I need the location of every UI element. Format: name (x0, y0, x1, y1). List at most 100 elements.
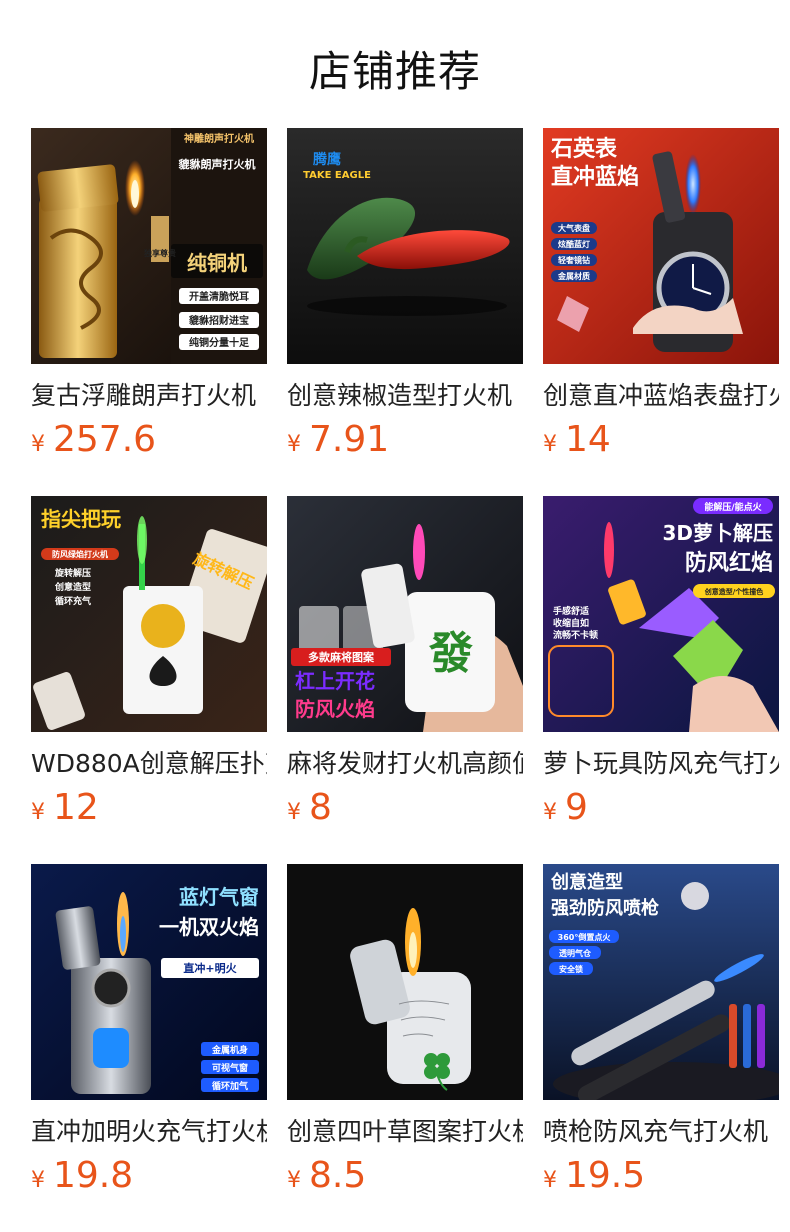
overlay-text: 3D萝卜解压 (662, 521, 773, 545)
currency-symbol: ¥ (287, 1168, 301, 1193)
currency-symbol: ¥ (31, 432, 45, 457)
overlay-text: 神雕朗声打火机 (184, 132, 254, 145)
price-value: 8.5 (309, 1155, 367, 1196)
product-price: ¥19.5 (543, 1154, 645, 1198)
overlay-text: 炫酷蓝灯 (558, 239, 590, 249)
radish-toy-lighter-icon: 能解压/能点火 3D萝卜解压 防风红焰 创意造型/个性撞色 手感舒适 收缩自如 … (543, 496, 779, 732)
overlay-text: 直冲+明火 (183, 961, 237, 975)
mahjong-lighter-icon: 多款麻将图案 杠上开花 防风火焰 發 (287, 496, 523, 732)
product-name[interactable]: 麻将发财打火机高颜值 (287, 746, 523, 782)
product-image[interactable]: 神雕朗声打火机 貔貅朗声打火机 纯铜机 独享尊贵 开盖清脆悦耳 貔貅招财进宝 纯… (31, 128, 267, 364)
currency-symbol: ¥ (31, 1168, 45, 1193)
product-price: ¥14 (543, 418, 611, 462)
overlay-text: 一机双火焰 (159, 915, 259, 939)
overlay-text: 直冲蓝焰 (551, 164, 639, 190)
product-image[interactable]: 能解压/能点火 3D萝卜解压 防风红焰 创意造型/个性撞色 手感舒适 收缩自如 … (543, 496, 779, 732)
overlay-text: 指尖把玩 (41, 507, 121, 531)
overlay-text: 流畅不卡顿 (553, 629, 598, 641)
product-name[interactable]: 直冲加明火充气打火机 (31, 1114, 267, 1150)
product-price: ¥8 (287, 786, 332, 830)
page-title: 店铺推荐 (308, 47, 481, 96)
overlay-text: 独享尊贵 (143, 248, 176, 258)
overlay-text: 透明气仓 (559, 948, 592, 958)
overlay-text: 貔貅朗声打火机 (179, 157, 256, 171)
overlay-text: 石英表 (550, 137, 618, 162)
product-price: ¥7.91 (287, 418, 389, 462)
product-card[interactable]: 指尖把玩 防风绿焰打火机 旋转解压 创意造型 循环充气 旋转解压 WD880A创… (31, 496, 267, 836)
overlay-text: 收缩自如 (553, 617, 589, 629)
overlay-text: 貔貅招财进宝 (188, 314, 249, 327)
overlay-text: 轻奢镜钻 (558, 255, 590, 265)
gold-embossed-lighter-icon: 神雕朗声打火机 貔貅朗声打火机 纯铜机 独享尊贵 开盖清脆悦耳 貔貅招财进宝 纯… (31, 128, 267, 364)
product-image[interactable]: 腾鹰 TAKE EAGLE (287, 128, 523, 364)
product-image[interactable]: 蓝灯气窗 一机双火焰 直冲+明火 金属机身 可视气窗 循环加气 (31, 864, 267, 1100)
overlay-text: 旋转解压 (54, 567, 91, 579)
price-value: 19.5 (565, 1155, 646, 1196)
poker-card-lighter-icon: 指尖把玩 防风绿焰打火机 旋转解压 创意造型 循环充气 旋转解压 (31, 496, 267, 732)
product-card[interactable]: 腾鹰 TAKE EAGLE 创意辣椒造型打火机 ¥7.91 (287, 128, 523, 468)
chili-pepper-lighter-icon: 腾鹰 TAKE EAGLE (287, 128, 523, 364)
overlay-text: 手感舒适 (553, 605, 589, 617)
overlay-text: 创意造型 (54, 581, 91, 593)
product-name[interactable]: 萝卜玩具防风充气打火机 (543, 746, 779, 782)
product-card[interactable]: 神雕朗声打火机 貔貅朗声打火机 纯铜机 独享尊贵 开盖清脆悦耳 貔貅招财进宝 纯… (31, 128, 267, 468)
product-price: ¥19.8 (31, 1154, 133, 1198)
price-value: 8 (309, 787, 332, 828)
overlay-text: 防风火焰 (295, 697, 375, 721)
product-name[interactable]: 喷枪防风充气打火机 (543, 1114, 779, 1150)
currency-symbol: ¥ (287, 800, 301, 825)
dual-flame-lighter-icon: 蓝灯气窗 一机双火焰 直冲+明火 金属机身 可视气窗 循环加气 (31, 864, 267, 1100)
overlay-text: 金属机身 (211, 1044, 248, 1056)
currency-symbol: ¥ (31, 800, 45, 825)
currency-symbol: ¥ (543, 800, 557, 825)
product-image[interactable]: 石英表 直冲蓝焰 大气表盘 炫酷蓝灯 轻奢镜钻 金属材质 (543, 128, 779, 364)
product-card[interactable]: 多款麻将图案 杠上开花 防风火焰 發 麻将发财打火机高颜值 ¥8 (287, 496, 523, 836)
overlay-text: 防风红焰 (685, 550, 773, 576)
currency-symbol: ¥ (543, 432, 557, 457)
overlay-text: 可视气窗 (212, 1062, 248, 1074)
overlay-text: 金属材质 (557, 271, 590, 281)
overlay-text: 循环加气 (212, 1080, 248, 1092)
product-price: ¥9 (543, 786, 588, 830)
watch-dial-lighter-icon: 石英表 直冲蓝焰 大气表盘 炫酷蓝灯 轻奢镜钻 金属材质 (543, 128, 779, 364)
product-image[interactable]: 指尖把玩 防风绿焰打火机 旋转解压 创意造型 循环充气 旋转解压 (31, 496, 267, 732)
product-name[interactable]: WD880A创意解压扑克打火机 (31, 746, 267, 782)
overlay-text: 杠上开花 (295, 669, 375, 693)
overlay-text: 循环充气 (55, 595, 91, 607)
price-value: 7.91 (309, 419, 390, 460)
overlay-text: 安全锁 (559, 964, 583, 974)
product-card[interactable]: 创意造型 强劲防风喷枪 360°倒置点火 透明气仓 安全锁 喷枪防风充气打火机 … (543, 864, 779, 1204)
currency-symbol: ¥ (543, 1168, 557, 1193)
overlay-text: 纯铜分量十足 (189, 336, 250, 349)
overlay-text: 创意造型/个性撞色 (704, 587, 764, 596)
product-name[interactable]: 创意辣椒造型打火机 (287, 378, 523, 414)
product-price: ¥257.6 (31, 418, 156, 462)
price-value: 19.8 (53, 1155, 134, 1196)
overlay-text: 纯铜机 (187, 251, 247, 275)
overlay-text: 能解压/能点火 (704, 501, 762, 513)
product-image[interactable]: 创意造型 强劲防风喷枪 360°倒置点火 透明气仓 安全锁 (543, 864, 779, 1100)
overlay-text: 發 (428, 628, 473, 679)
overlay-text: 腾鹰 (313, 151, 341, 168)
spray-gun-lighter-icon: 创意造型 强劲防风喷枪 360°倒置点火 透明气仓 安全锁 (543, 864, 779, 1100)
product-card[interactable]: 石英表 直冲蓝焰 大气表盘 炫酷蓝灯 轻奢镜钻 金属材质 创意直冲蓝焰表盘打火机… (543, 128, 779, 468)
product-image[interactable] (287, 864, 523, 1100)
product-name[interactable]: 创意直冲蓝焰表盘打火机 (543, 378, 779, 414)
product-price: ¥12 (31, 786, 99, 830)
overlay-text: 开盖清脆悦耳 (189, 290, 249, 303)
product-price: ¥8.5 (287, 1154, 366, 1198)
price-value: 257.6 (53, 419, 157, 460)
product-card[interactable]: 能解压/能点火 3D萝卜解压 防风红焰 创意造型/个性撞色 手感舒适 收缩自如 … (543, 496, 779, 836)
overlay-text: 360°倒置点火 (558, 932, 612, 942)
overlay-text: 强劲防风喷枪 (551, 897, 659, 919)
price-value: 14 (565, 419, 611, 460)
product-name[interactable]: 创意四叶草图案打火机 (287, 1114, 523, 1150)
product-card[interactable]: 蓝灯气窗 一机双火焰 直冲+明火 金属机身 可视气窗 循环加气 直冲加明火充气打… (31, 864, 267, 1204)
product-card[interactable]: 创意四叶草图案打火机 ¥8.5 (287, 864, 523, 1204)
four-leaf-clover-lighter-icon (287, 864, 523, 1100)
product-image[interactable]: 多款麻将图案 杠上开花 防风火焰 發 (287, 496, 523, 732)
overlay-text: 大气表盘 (558, 223, 590, 233)
product-name[interactable]: 复古浮雕朗声打火机 (31, 378, 267, 414)
overlay-text: 多款麻将图案 (308, 650, 375, 664)
currency-symbol: ¥ (287, 432, 301, 457)
